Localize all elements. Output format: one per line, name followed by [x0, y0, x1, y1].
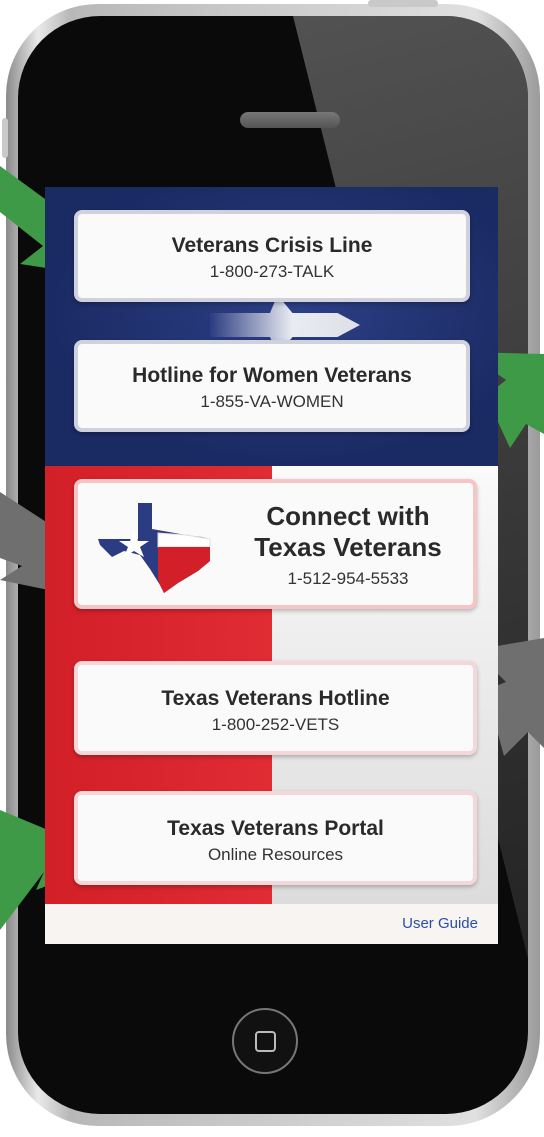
card-phone: 1-855-VA-WOMEN: [200, 392, 344, 411]
power-button: [368, 0, 438, 7]
card-title: Texas Veterans Hotline: [161, 687, 390, 710]
earpiece-speaker: [240, 112, 340, 128]
card-title: Texas Veterans Portal: [167, 817, 384, 840]
card-phone: 1-512-954-5533: [287, 569, 409, 588]
connect-title: Connect with Texas Veterans: [254, 501, 442, 562]
texas-veterans-portal-button[interactable]: Texas Veterans Portal Online Resources: [74, 791, 477, 885]
card-title: Veterans Crisis Line: [171, 234, 373, 257]
mute-switch: [2, 118, 8, 158]
app-screen: Veterans Crisis Line 1-800-273-TALK Hotl…: [45, 187, 498, 944]
card-phone: 1-800-252-VETS: [211, 715, 340, 734]
veterans-crisis-line-button[interactable]: Veterans Crisis Line 1-800-273-TALK: [74, 210, 470, 302]
home-button[interactable]: [232, 1008, 298, 1074]
footer-bar: User Guide: [45, 904, 498, 944]
texas-map-icon: [98, 503, 211, 593]
home-square-icon: [255, 1031, 276, 1052]
texas-veterans-hotline-button[interactable]: Texas Veterans Hotline 1-800-252-VETS: [74, 661, 477, 755]
user-guide-link[interactable]: User Guide: [402, 915, 478, 932]
card-phone: 1-800-273-TALK: [209, 262, 335, 281]
card-title: Hotline for Women Veterans: [132, 364, 412, 387]
card-subtitle: Online Resources: [207, 845, 344, 864]
connect-texas-veterans-button[interactable]: Connect with Texas Veterans 1-512-954-55…: [74, 479, 477, 609]
women-veterans-hotline-button[interactable]: Hotline for Women Veterans 1-855-VA-WOME…: [74, 340, 470, 432]
